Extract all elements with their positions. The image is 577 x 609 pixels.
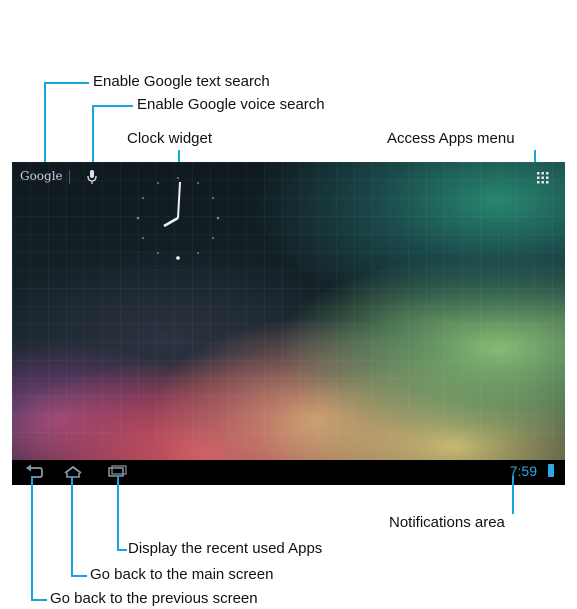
battery-icon (548, 464, 554, 477)
callout-line-home-h (71, 575, 87, 577)
callout-line-google-text-search (44, 82, 89, 84)
callout-line-home-v (71, 476, 73, 576)
apps-grid-icon[interactable] (537, 172, 549, 184)
home-icon[interactable] (62, 463, 84, 481)
clock-widget[interactable] (130, 170, 226, 266)
back-icon[interactable] (24, 463, 44, 481)
callout-line-recent-v (117, 476, 119, 550)
callout-recent-apps: Display the recent used Apps (128, 540, 323, 557)
callout-line-voice-search (92, 105, 133, 107)
callout-line-back-h (31, 599, 47, 601)
callout-line-recent-h (117, 549, 127, 551)
callout-notifications-area: Notifications area (389, 514, 505, 531)
callout-clock-widget: Clock widget (127, 130, 213, 147)
callout-google-text-search: Enable Google text search (93, 73, 270, 90)
callout-line-google-text-search-v (44, 82, 46, 167)
callout-google-voice-search: Enable Google voice search (137, 96, 325, 113)
callout-access-apps-menu: Access Apps menu (387, 130, 515, 147)
home-screen: Google 7:59 (12, 162, 565, 485)
search-divider (69, 170, 70, 184)
callout-previous-screen: Go back to the previous screen (50, 590, 258, 607)
callout-main-screen: Go back to the main screen (90, 566, 274, 583)
callout-line-notifications (512, 476, 514, 514)
callout-line-back-v (31, 476, 33, 600)
callout-line-voice-search-v (92, 105, 94, 167)
system-navbar: 7:59 (12, 460, 565, 485)
wallpaper-grid (12, 162, 565, 445)
microphone-icon[interactable] (86, 169, 98, 185)
google-search-button[interactable]: Google (20, 169, 63, 183)
